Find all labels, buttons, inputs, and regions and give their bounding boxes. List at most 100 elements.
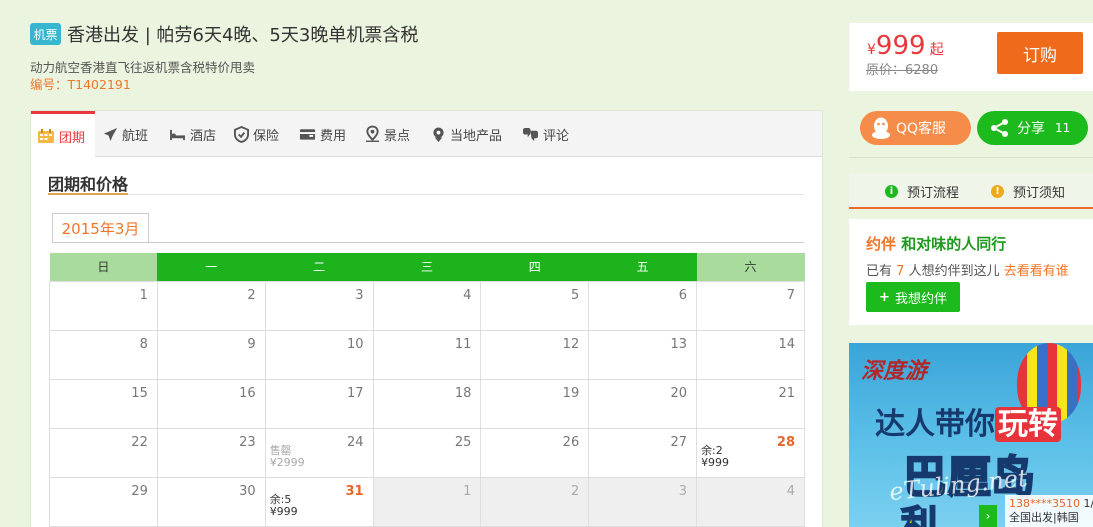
weekday-tue: 二 bbox=[265, 253, 374, 281]
ticker-phone: 138****3510 bbox=[1009, 497, 1080, 510]
companion-text: 已有 7 人想约伴到这儿 去看看有谁 bbox=[866, 260, 1069, 279]
calendar-day-cell: 19 bbox=[480, 378, 590, 429]
calendar-day-number: 15 bbox=[131, 385, 148, 401]
tab-label: 保险 bbox=[253, 128, 280, 144]
plane-icon bbox=[103, 127, 118, 142]
calendar-day-cell[interactable]: 31 余:5 ¥999 bbox=[264, 476, 374, 527]
calendar-day-cell: 26 bbox=[480, 427, 590, 478]
ad-ticker: 138****3510 1/ 全国出发|韩国 bbox=[1005, 495, 1093, 527]
share-icon bbox=[990, 118, 1010, 138]
availability-label: 余:2 bbox=[701, 443, 723, 457]
calendar-day-number: 4 bbox=[786, 483, 795, 499]
ad-banner[interactable]: 深度游 达人带你 玩转 巴厘岛 利 eTuling.net › 138****35… bbox=[849, 343, 1093, 527]
tab-local-products[interactable]: 当地产品 bbox=[431, 111, 502, 157]
calendar-day-cell: 16 bbox=[156, 378, 266, 429]
calendar-day-cell: 4 bbox=[696, 476, 805, 527]
share-button[interactable]: 分享 11 bbox=[977, 111, 1088, 145]
calendar-day-cell: 23 bbox=[156, 427, 266, 478]
calendar-day-cell: 30 bbox=[156, 476, 266, 527]
calendar-day-number: 30 bbox=[239, 483, 256, 499]
ad-headline-b: 玩转 bbox=[995, 407, 1061, 442]
calendar-day-cell: 6 bbox=[588, 280, 698, 331]
weekday-sat: 六 bbox=[696, 253, 805, 281]
tab-label: 景点 bbox=[384, 128, 411, 144]
tab-fees[interactable]: 费用 bbox=[299, 111, 346, 157]
availability-label: 余:5 bbox=[269, 492, 292, 506]
section-divider bbox=[48, 194, 804, 195]
calendar-day-cell: 21 bbox=[696, 378, 805, 429]
info-icon: i bbox=[885, 185, 898, 198]
calendar-day-cell: 2 bbox=[480, 476, 590, 527]
tab-reviews[interactable]: 评论 bbox=[522, 111, 569, 157]
ad-brand: 深度游 bbox=[861, 358, 928, 384]
tab-label: 费用 bbox=[320, 128, 347, 144]
comment-icon bbox=[522, 127, 539, 142]
weekday-thu: 四 bbox=[480, 253, 589, 281]
tab-insurance[interactable]: 保险 bbox=[234, 111, 279, 157]
calendar-day-cell: 15 bbox=[49, 378, 158, 429]
companion-see-link[interactable]: 去看看有谁 bbox=[1004, 264, 1069, 279]
calendar-day-cell: 14 bbox=[696, 329, 805, 380]
month-tab[interactable]: 2015年3月 bbox=[52, 213, 149, 243]
departure-calendar: 日 一 二 三 四 五 六 1 2 3 4 5 6 7 8 9 10 11 12 13 14 15 16 17 1… bbox=[49, 253, 805, 527]
ad-next-arrow[interactable]: › bbox=[979, 505, 997, 527]
day-price: ¥999 bbox=[701, 455, 730, 469]
calendar-day-cell: 3 bbox=[588, 476, 698, 527]
calendar-week-row: 8 9 10 11 12 13 14 bbox=[49, 329, 805, 380]
section-underline bbox=[48, 193, 128, 195]
calendar-day-cell: 7 bbox=[696, 280, 805, 331]
calendar-day-number: 4 bbox=[463, 287, 472, 303]
calendar-day-cell: 13 bbox=[588, 329, 698, 380]
booking-notice-link[interactable]: ! 预订须知 bbox=[991, 182, 1065, 201]
product-code: 编号：T1402191 bbox=[30, 77, 131, 92]
month-divider bbox=[52, 242, 804, 243]
main-panel: 团期 航班 酒店 保险 费用 景点 当地产品 评论 团期和价格 2015年3月 … bbox=[30, 110, 823, 527]
calendar-day-number: 1 bbox=[463, 483, 472, 499]
companion-text-after: 人想约伴到这儿 bbox=[908, 264, 1000, 279]
price: ¥999 起 bbox=[867, 31, 944, 61]
calendar-day-cell: 11 bbox=[372, 329, 482, 380]
calendar-day-number: 11 bbox=[454, 336, 472, 352]
calendar-day-number: 31 bbox=[345, 483, 364, 499]
calendar-day-number: 12 bbox=[562, 336, 580, 352]
companion-title: 约伴 和对味的人同行 bbox=[866, 233, 1006, 254]
ad-headline: 达人带你 玩转 bbox=[875, 399, 1061, 443]
price-suffix: 起 bbox=[929, 42, 944, 58]
want-companion-label: 我想约伴 bbox=[894, 291, 947, 307]
calendar-day-cell: 22 bbox=[49, 427, 158, 478]
calendar-day-cell[interactable]: 28 余:2 ¥999 bbox=[696, 427, 805, 478]
tab-sights[interactable]: 景点 bbox=[365, 111, 410, 157]
calendar-day-cell: 18 bbox=[372, 378, 482, 429]
calendar-week-row: 29 30 31 余:5 ¥999 1 2 3 4 bbox=[49, 476, 805, 527]
order-button[interactable]: 订购 bbox=[997, 32, 1083, 74]
calendar-day-number: 10 bbox=[346, 336, 364, 352]
calendar-day-number: 5 bbox=[570, 287, 580, 303]
calendar-day-number: 24 bbox=[346, 434, 364, 450]
tab-label: 评论 bbox=[543, 128, 570, 144]
share-label: 分享 bbox=[1017, 121, 1045, 137]
price-amount: 999 bbox=[875, 31, 926, 61]
calendar-day-number: 6 bbox=[678, 287, 688, 303]
tab-hotel[interactable]: 酒店 bbox=[169, 111, 216, 157]
calendar-day-number: 7 bbox=[786, 287, 795, 303]
weekday-mon: 一 bbox=[157, 253, 266, 281]
plus-icon: + bbox=[879, 289, 890, 305]
tab-flight[interactable]: 航班 bbox=[103, 111, 148, 157]
weekday-header: 日 一 二 三 四 五 六 bbox=[49, 253, 805, 281]
tab-schedule[interactable]: 团期 bbox=[31, 111, 96, 158]
want-companion-button[interactable]: + 我想约伴 bbox=[866, 282, 960, 312]
calendar-day-cell: 27 bbox=[588, 427, 698, 478]
share-count: 11 bbox=[1055, 121, 1071, 135]
qq-service-button[interactable]: QQ客服 bbox=[860, 111, 971, 145]
companion-box: 约伴 和对味的人同行 已有 7 人想约伴到这儿 去看看有谁 + 我想约伴 bbox=[849, 219, 1093, 325]
calendar-day-number: 16 bbox=[239, 385, 256, 401]
price-box: ¥999 起 原价：6280 订购 bbox=[849, 23, 1093, 91]
calendar-day-number: 20 bbox=[670, 385, 688, 401]
calendar-day-number: 28 bbox=[776, 434, 795, 450]
side-divider bbox=[849, 157, 1093, 158]
tab-label: 当地产品 bbox=[450, 128, 503, 144]
booking-process-link[interactable]: i 预订流程 bbox=[885, 182, 959, 201]
shield-icon bbox=[234, 125, 249, 143]
weekday-fri: 五 bbox=[588, 253, 697, 281]
warning-icon: ! bbox=[991, 185, 1004, 198]
